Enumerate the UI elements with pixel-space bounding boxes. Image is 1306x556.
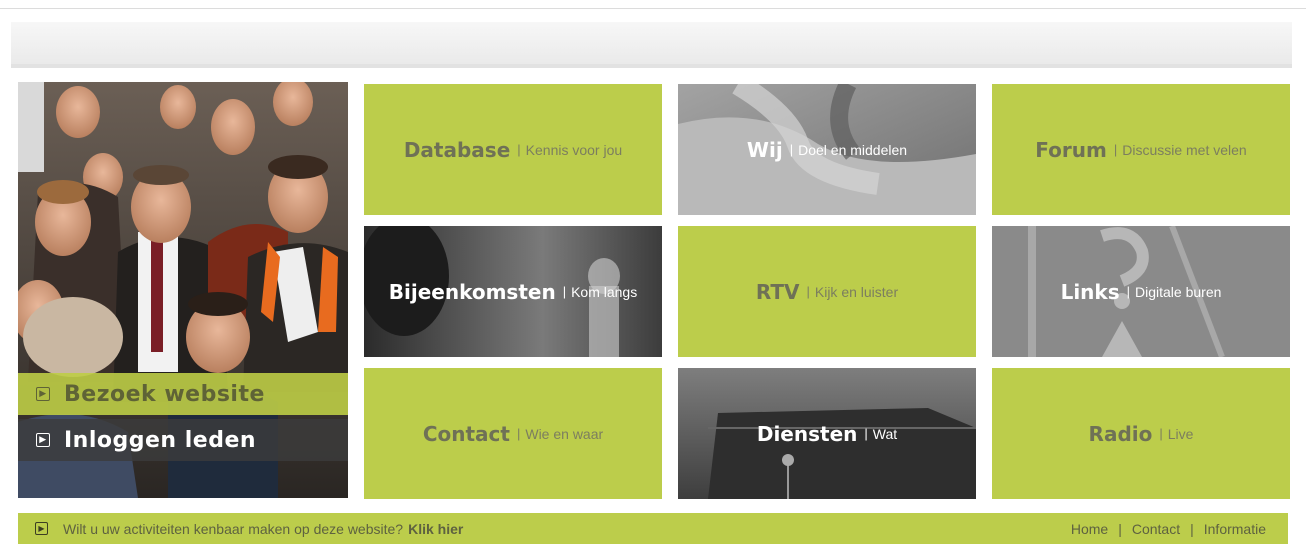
tile-title: Contact xyxy=(422,421,510,446)
tile-radio[interactable]: Radio | Live xyxy=(992,368,1290,499)
tile-subtitle: Discussie met velen xyxy=(1122,141,1247,158)
tile-bijeenkomsten[interactable]: Bijeenkomsten | Kom langs xyxy=(364,226,662,357)
tile-subtitle: Wie en waar xyxy=(525,425,604,442)
tile-diensten[interactable]: Diensten | Wat xyxy=(678,368,976,499)
tile-separator: | xyxy=(516,426,521,441)
tile-subtitle: Kennis voor jou xyxy=(525,141,623,158)
tile-subtitle: Kijk en luister xyxy=(814,283,899,300)
tile-subtitle: Digitale buren xyxy=(1135,283,1222,300)
tile-title: RTV xyxy=(755,279,800,304)
tile-wij[interactable]: Wij | Doel en middelen xyxy=(678,84,976,215)
tile-separator: | xyxy=(1159,426,1163,441)
tile-separator: | xyxy=(789,142,794,157)
footer-cta-link[interactable]: Klik hier xyxy=(408,521,463,537)
tile-rtv[interactable]: RTV | Kijk en luister xyxy=(678,226,976,357)
tile-subtitle: Kom langs xyxy=(571,283,638,300)
footer-link-informatie[interactable]: Informatie xyxy=(1204,521,1266,537)
tile-separator: | xyxy=(806,284,810,299)
header-bar xyxy=(11,22,1292,68)
tile-forum[interactable]: Forum | Discussie met velen xyxy=(992,84,1290,215)
tile-title: Forum xyxy=(1035,137,1107,162)
member-login-button[interactable]: ▶ Inloggen leden xyxy=(18,419,348,461)
footer-message: Wilt u uw activiteiten kenbaar maken op … xyxy=(63,520,404,537)
top-divider xyxy=(0,8,1306,9)
tile-title: Links xyxy=(1060,279,1120,304)
arrow-right-box-icon: ▶ xyxy=(35,522,48,535)
tile-separator: | xyxy=(562,284,567,299)
visit-website-button[interactable]: ▶ Bezoek website xyxy=(18,373,348,415)
tile-title: Wij xyxy=(746,137,783,162)
tile-separator: | xyxy=(517,142,521,157)
tile-subtitle: Live xyxy=(1167,425,1194,442)
footer-link-contact[interactable]: Contact xyxy=(1132,521,1180,537)
tile-separator: | xyxy=(1113,142,1118,157)
footer-nav: Home | Contact | Informatie xyxy=(1071,521,1266,537)
tile-separator: | xyxy=(864,426,868,441)
tile-title: Radio xyxy=(1088,421,1153,446)
tile-title: Database xyxy=(403,137,511,162)
footer-link-home[interactable]: Home xyxy=(1071,521,1108,537)
tile-subtitle: Wat xyxy=(872,425,898,442)
tile-database[interactable]: Database | Kennis voor jou xyxy=(364,84,662,215)
footer-separator: | xyxy=(1190,520,1194,537)
tile-separator: | xyxy=(1126,284,1131,299)
tile-contact[interactable]: Contact | Wie en waar xyxy=(364,368,662,499)
tile-title: Bijeenkomsten xyxy=(388,279,556,304)
visit-website-label: Bezoek website xyxy=(64,381,265,407)
arrow-right-box-icon: ▶ xyxy=(36,387,50,401)
tile-links[interactable]: Links | Digitale buren xyxy=(992,226,1290,357)
crowd-photo-panel: ▶ Bezoek website ▶ Inloggen leden xyxy=(18,82,348,498)
arrow-right-box-icon: ▶ xyxy=(36,433,50,447)
member-login-label: Inloggen leden xyxy=(64,427,257,453)
tile-title: Diensten xyxy=(756,421,858,446)
footer-bar: ▶ Wilt u uw activiteiten kenbaar maken o… xyxy=(18,513,1288,544)
tile-subtitle: Doel en middelen xyxy=(798,141,908,158)
footer-separator: | xyxy=(1118,520,1122,537)
